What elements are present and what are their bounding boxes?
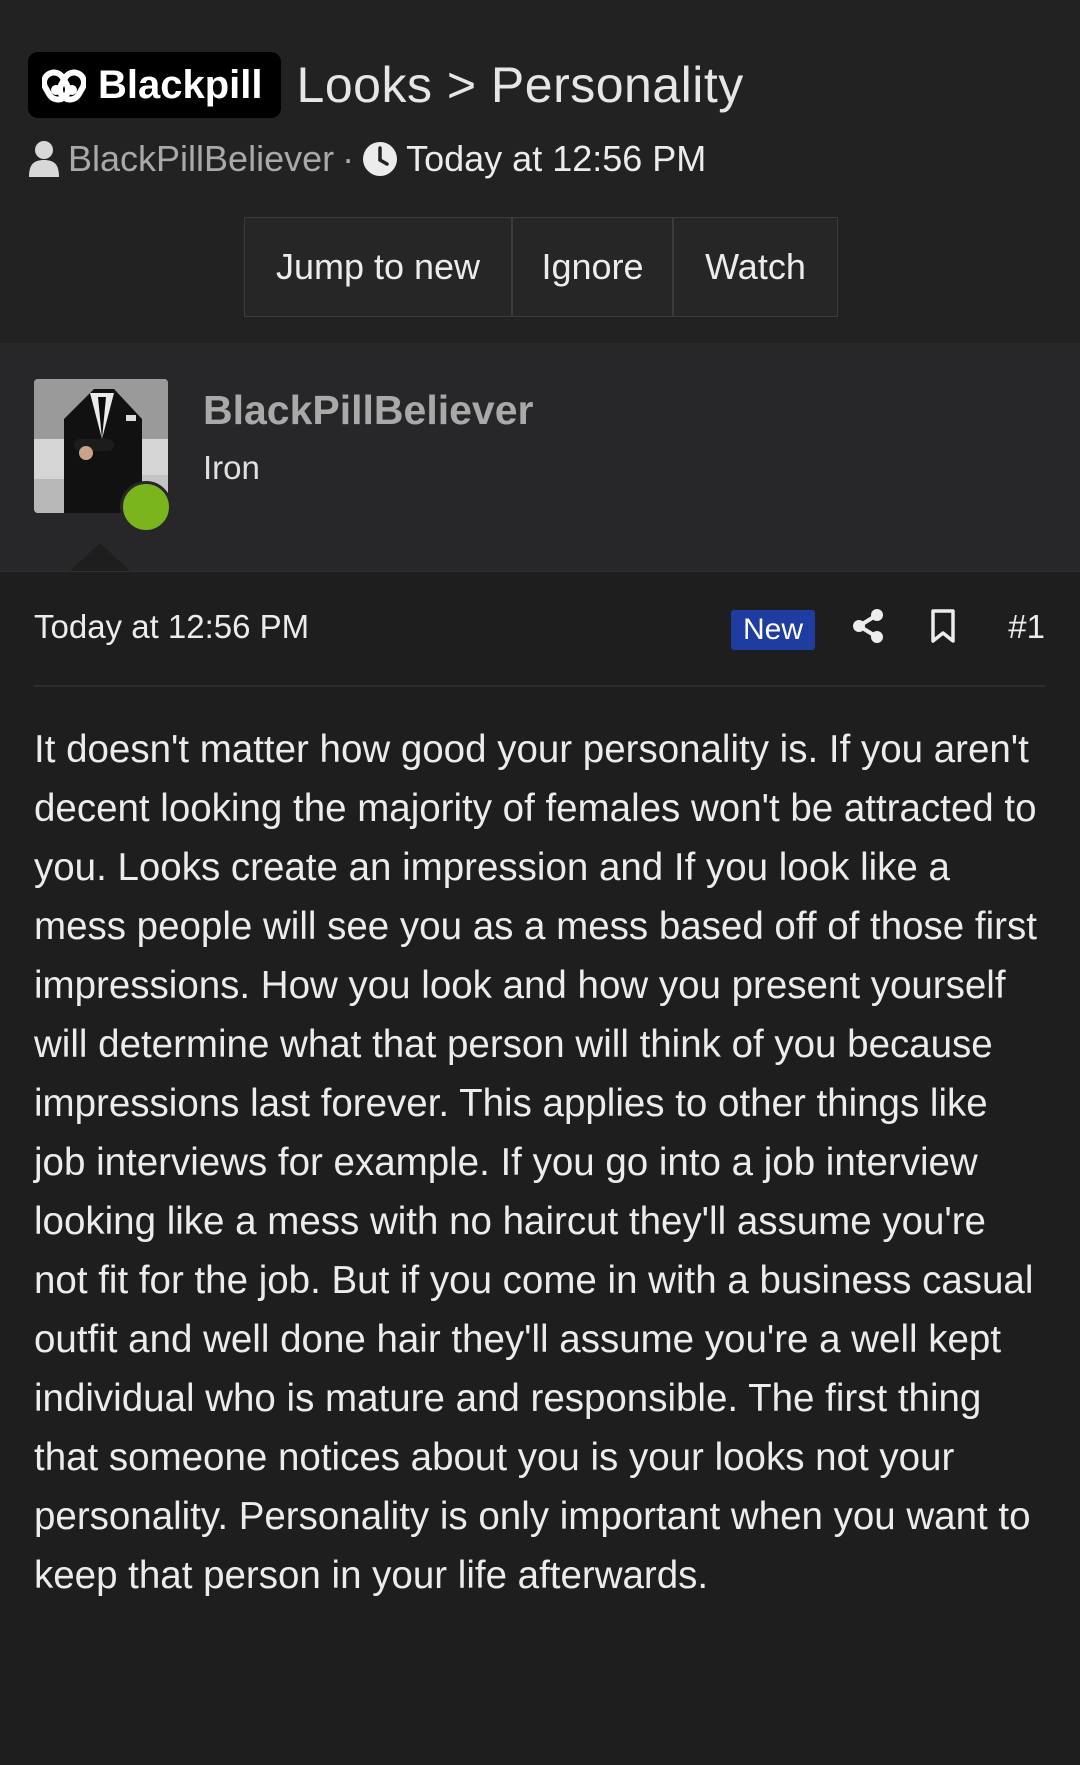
post-user-card: BlackPillBeliever Iron xyxy=(0,343,1080,572)
clock-icon xyxy=(363,142,398,176)
jump-to-new-button[interactable]: Jump to new xyxy=(245,218,513,316)
meta-separator: · xyxy=(342,138,355,179)
thread-action-buttons: Jump to new Ignore Watch xyxy=(244,217,838,317)
post-time[interactable]: Today at 12:56 PM xyxy=(34,608,309,646)
post-meta-bar: Today at 12:56 PM New #1 xyxy=(34,604,1045,652)
thread-title-row: Blackpill Looks > Personality xyxy=(28,52,744,118)
thread-title: Looks > Personality xyxy=(296,57,744,113)
post-body: It doesn't matter how good your personal… xyxy=(34,728,1037,1597)
pill-icon xyxy=(42,69,86,103)
thread-author-link[interactable]: BlackPillBeliever xyxy=(68,138,334,180)
thread-header: Blackpill Looks > Personality BlackPillB… xyxy=(0,0,1080,343)
ignore-button[interactable]: Ignore xyxy=(513,218,674,316)
online-status-indicator xyxy=(120,481,172,533)
user-icon xyxy=(29,141,59,177)
post-divider xyxy=(34,685,1045,687)
bookmark-icon[interactable] xyxy=(930,608,956,644)
post-username[interactable]: BlackPillBeliever xyxy=(203,387,533,434)
thread-meta: BlackPillBeliever · Today at 12:56 PM xyxy=(28,138,706,180)
watch-button[interactable]: Watch xyxy=(674,218,837,316)
post-number-link[interactable]: #1 xyxy=(1008,608,1045,646)
thread-start-time[interactable]: Today at 12:56 PM xyxy=(406,138,706,180)
share-icon[interactable] xyxy=(852,608,884,644)
user-title: Iron xyxy=(203,449,260,486)
new-badge: New xyxy=(731,610,815,650)
thread-prefix-badge[interactable]: Blackpill xyxy=(28,52,281,118)
prefix-label: Blackpill xyxy=(98,62,263,107)
user-card-pointer xyxy=(70,543,130,571)
